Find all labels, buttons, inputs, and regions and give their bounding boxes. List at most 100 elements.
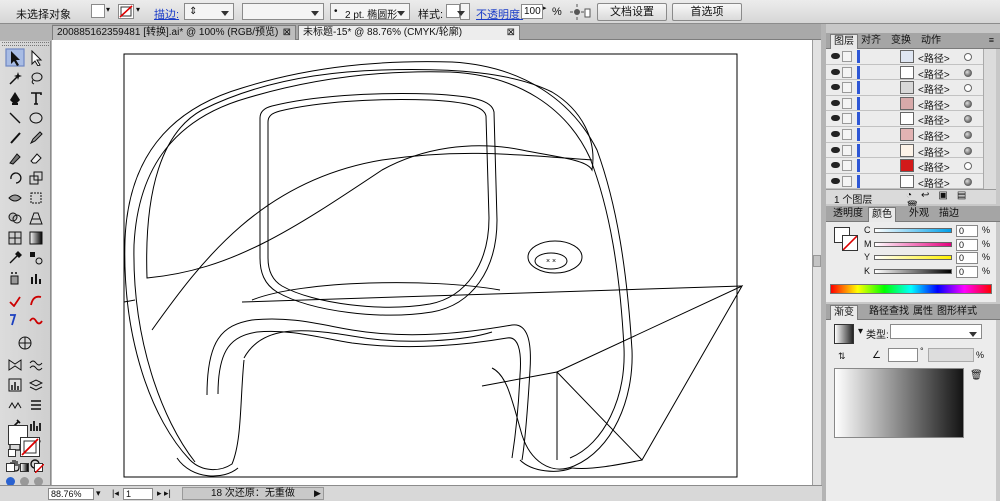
tab-graphic-styles[interactable]: 图形样式 [934,305,980,320]
zoom-level-input[interactable]: 88.76% [48,488,94,500]
gradient-preview[interactable] [834,368,964,438]
stroke-color-swatch[interactable] [20,437,40,457]
type-tool-icon[interactable] [26,88,46,108]
target-circle-icon[interactable] [964,53,972,61]
lock-toggle[interactable] [842,144,852,156]
fill-swatch[interactable] [91,4,105,18]
tab-document-1[interactable]: 200885162359481 [转换].ai* @ 100% (RGB/预览)… [52,25,296,40]
tab-pathfinder[interactable]: 路径查找 [866,305,912,320]
artboard-number-input[interactable]: 1 [123,488,153,500]
color-mode-icon[interactable] [6,463,15,472]
layers-tool-icon[interactable] [26,375,46,395]
default-colors-icon[interactable] [8,449,16,457]
target-circle-icon[interactable] [964,68,972,77]
eye-icon[interactable] [831,177,840,184]
layer-row[interactable]: <路径> [826,49,996,65]
variable-width-select[interactable] [242,3,324,20]
channel-value-input[interactable]: 0 [956,252,978,264]
perspective-grid-tool-icon[interactable] [26,208,46,228]
tab-transform[interactable]: 变换 [888,34,914,49]
scroll-thumb[interactable] [813,255,821,267]
first-artboard-icon[interactable]: |◂ [112,488,119,499]
gradient-swatch[interactable] [834,324,854,344]
scissors-tool-icon[interactable] [26,310,46,330]
selection-tool-icon[interactable] [5,48,25,68]
artwork-outline[interactable]: × × [52,40,821,485]
tab-stroke[interactable]: 描边 [936,207,962,222]
fill-dropdown-icon[interactable]: ▾ [106,5,114,17]
tab-document-2[interactable]: 未标题-15* @ 88.76% (CMYK/轮廓) ⊠ [298,25,520,40]
lock-toggle[interactable] [842,113,852,125]
lock-toggle[interactable] [842,97,852,109]
eye-icon[interactable] [831,68,840,75]
toolbar-grip[interactable] [2,42,49,46]
paintbrush-tool-icon[interactable] [5,128,25,148]
brush-select[interactable]: • 2 pt. 椭圆形 [330,3,410,21]
artboard-tool-icon[interactable] [5,290,25,310]
target-circle-icon[interactable] [964,84,972,93]
tab-transparency[interactable]: 透明度 [830,207,866,222]
list-tool-icon[interactable] [26,395,46,415]
tab-actions[interactable]: 动作 [918,34,944,49]
layer-row[interactable]: <路径> [826,127,996,143]
gradient-tool-icon[interactable] [26,228,46,248]
reverse-gradient-icon[interactable]: ⇅ [838,351,846,362]
mesh-tool-icon[interactable] [5,228,25,248]
hand-warp-tool-icon[interactable] [5,310,25,330]
channel-value-input[interactable]: 0 [956,265,978,278]
opacity-arrow-icon[interactable]: ▸ [543,4,549,19]
tab-attributes[interactable]: 属性 [910,305,936,320]
eye-icon[interactable] [831,162,840,169]
layer-row[interactable]: <路径> [826,95,996,112]
channel-slider[interactable] [874,255,952,260]
tab-layers[interactable]: 图层 [830,34,858,49]
lock-toggle[interactable] [842,51,852,62]
eraser-tool-icon[interactable] [26,148,46,168]
close-icon[interactable]: ⊠ [283,26,291,40]
channel-slider[interactable] [874,268,952,274]
eye-icon[interactable] [831,146,840,153]
stroke-dropdown-icon[interactable]: ▾ [136,5,144,17]
tab-color[interactable]: 颜色 [868,207,896,222]
gradient-type-select[interactable] [890,324,982,339]
color-spectrum[interactable] [830,284,992,294]
lock-toggle[interactable] [842,175,852,187]
recolor-icon[interactable] [569,3,591,21]
channel-slider[interactable] [874,241,952,247]
crosshair-tool-icon[interactable] [15,333,35,353]
channel-value-input[interactable]: 0 [956,238,978,251]
shape-builder-tool-icon[interactable] [5,208,25,228]
stroke-link[interactable]: 描边: [154,6,179,22]
target-circle-icon[interactable] [964,99,972,108]
location-input[interactable] [928,348,974,362]
lock-toggle[interactable] [842,129,852,140]
gradient-swatch-dropdown-icon[interactable]: ▾ [858,326,863,337]
graph-tool-icon[interactable] [5,375,25,395]
lock-toggle[interactable] [842,82,852,94]
layers-scrollbar[interactable] [983,49,996,189]
lock-toggle[interactable] [842,66,852,78]
layer-row[interactable]: <路径> [826,80,996,96]
target-circle-icon[interactable] [964,131,972,139]
pencil-tool-icon[interactable] [26,128,46,148]
direct-selection-tool-icon[interactable] [26,48,46,68]
eye-icon[interactable] [831,131,840,137]
layer-row[interactable]: <路径> [826,142,996,159]
width-tool-icon[interactable] [5,188,25,208]
document-setup-button[interactable]: 文档设置 [597,3,667,21]
artboard-nav-icons[interactable]: ▸ ▸| [157,488,171,499]
symbol-sprayer-tool-icon[interactable] [5,268,25,288]
column-graph-tool-icon[interactable] [26,268,46,288]
layer-row[interactable]: <路径> [826,158,996,174]
lasso-tool-icon[interactable] [26,68,46,88]
gradient-mode-icon[interactable] [20,463,29,472]
blend-tool-icon[interactable] [26,248,46,268]
ellipse-tool-icon[interactable] [26,108,46,128]
target-circle-icon[interactable] [964,146,972,155]
tab-gradient[interactable]: 渐变 [830,305,858,320]
channel-slider[interactable] [874,228,952,233]
tab-align[interactable]: 对齐 [858,34,884,49]
color-stroke-swatch[interactable] [842,235,858,251]
eye-icon[interactable] [831,53,840,59]
opacity-input[interactable]: 100 [521,4,543,19]
